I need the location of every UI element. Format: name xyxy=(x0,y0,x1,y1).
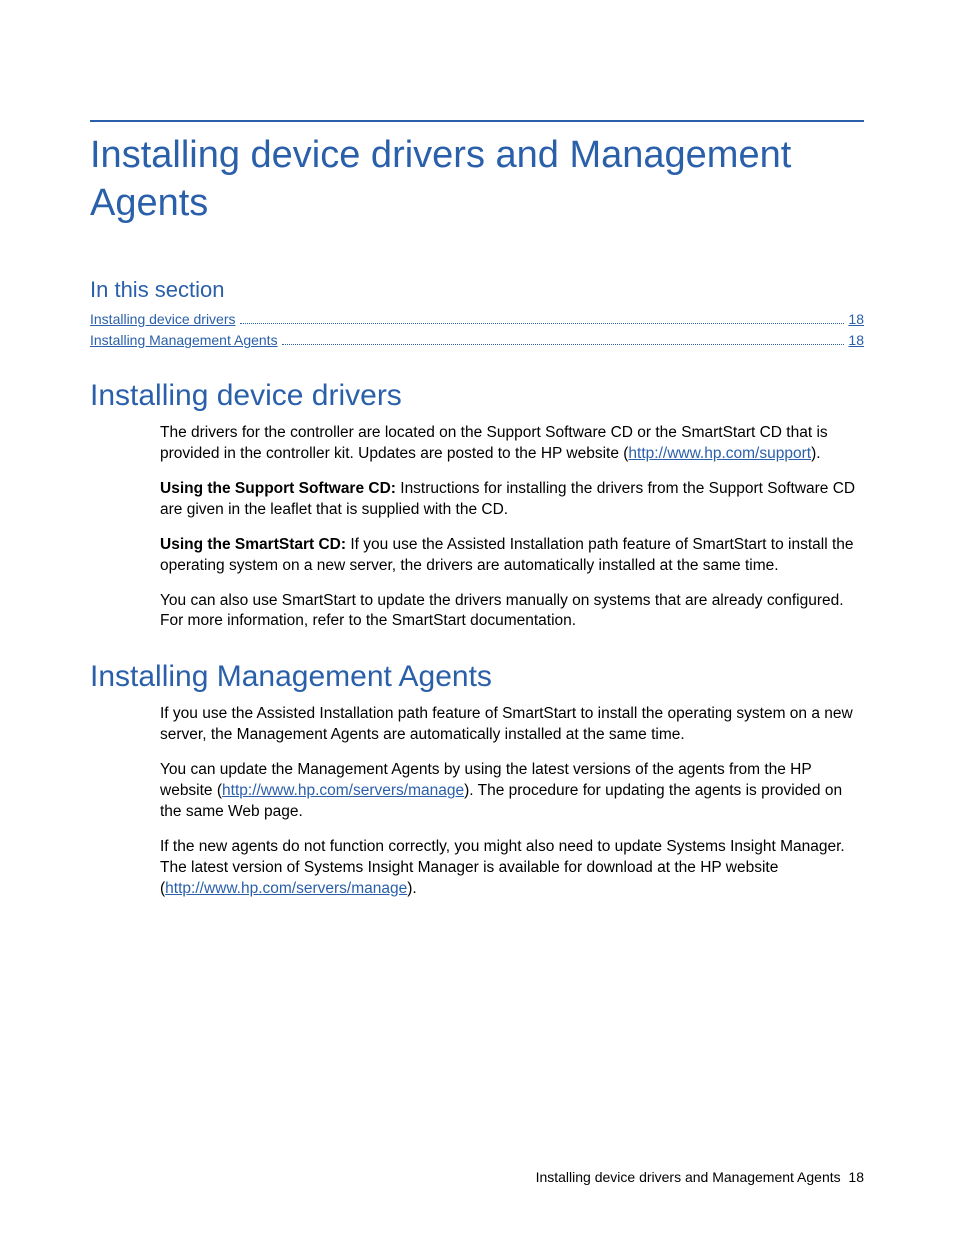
section-heading-installing-device-drivers: Installing device drivers xyxy=(90,379,864,413)
text-run: ). xyxy=(407,880,416,897)
section-body: The drivers for the controller are locat… xyxy=(160,423,864,632)
toc-leader-dots xyxy=(240,310,845,324)
toc-page-link[interactable]: 18 xyxy=(848,332,864,348)
toc-leader-dots xyxy=(282,331,845,345)
paragraph: If you use the Assisted Installation pat… xyxy=(160,704,864,746)
horizontal-rule xyxy=(90,120,864,122)
text-bold: Using the Support Software CD: xyxy=(160,480,396,497)
footer-page-number: 18 xyxy=(848,1169,864,1185)
paragraph: The drivers for the controller are locat… xyxy=(160,423,864,465)
document-page: Installing device drivers and Management… xyxy=(0,0,954,1235)
paragraph: If the new agents do not function correc… xyxy=(160,837,864,900)
toc-page-link[interactable]: 18 xyxy=(848,311,864,327)
toc-link-installing-management-agents[interactable]: Installing Management Agents xyxy=(90,332,278,348)
toc-item-page: 18 xyxy=(848,330,864,351)
paragraph: You can also use SmartStart to update th… xyxy=(160,591,864,633)
in-this-section-heading: In this section xyxy=(90,277,864,303)
text-run: ). xyxy=(811,445,820,462)
page-footer: Installing device drivers and Management… xyxy=(536,1169,864,1185)
paragraph: Using the SmartStart CD: If you use the … xyxy=(160,535,864,577)
toc-row: Installing device drivers 18 xyxy=(90,309,864,330)
section-body: If you use the Assisted Installation pat… xyxy=(160,704,864,899)
paragraph: Using the Support Software CD: Instructi… xyxy=(160,479,864,521)
page-title: Installing device drivers and Management… xyxy=(90,132,864,227)
text-bold: Using the SmartStart CD: xyxy=(160,536,346,553)
toc-link-installing-device-drivers[interactable]: Installing device drivers xyxy=(90,311,236,327)
toc-item-title: Installing Management Agents xyxy=(90,330,278,351)
toc-item-page: 18 xyxy=(848,309,864,330)
link-hp-servers-manage[interactable]: http://www.hp.com/servers/manage xyxy=(222,782,464,799)
table-of-contents: Installing device drivers 18 Installing … xyxy=(90,309,864,351)
footer-text: Installing device drivers and Management… xyxy=(536,1169,841,1185)
section-heading-installing-management-agents: Installing Management Agents xyxy=(90,660,864,694)
toc-item-title: Installing device drivers xyxy=(90,309,236,330)
paragraph: You can update the Management Agents by … xyxy=(160,760,864,823)
toc-row: Installing Management Agents 18 xyxy=(90,330,864,351)
link-hp-support[interactable]: http://www.hp.com/support xyxy=(628,445,811,462)
link-hp-servers-manage[interactable]: http://www.hp.com/servers/manage xyxy=(165,880,407,897)
